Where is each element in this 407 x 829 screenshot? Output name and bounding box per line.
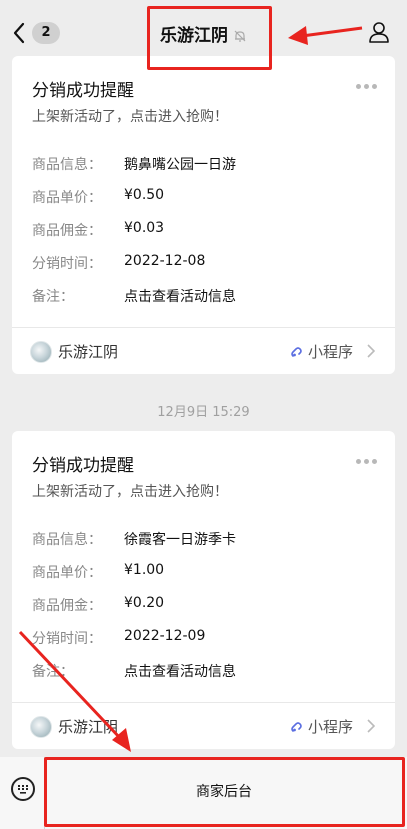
row-value: 点击查看活动信息: [124, 289, 236, 305]
row-key: 备注：: [32, 664, 74, 680]
mini-program-link[interactable]: 小程序: [290, 341, 353, 362]
row-value: ¥0.50: [124, 187, 165, 203]
card-subtitle: 上架新活动了，点击进入抢购！: [32, 109, 228, 125]
info-row: 商品信息： 鹅鼻嘴公园一日游: [32, 154, 236, 174]
info-row: 商品佣金： ¥0.03: [32, 220, 164, 240]
annotation-box-title: [147, 6, 272, 70]
row-key: 分销时间：: [32, 631, 102, 647]
chevron-right-icon: [367, 344, 375, 358]
row-key: 商品信息：: [32, 157, 102, 173]
card-footer[interactable]: 乐游江阴 小程序: [12, 702, 395, 749]
mini-program-icon: [291, 346, 302, 357]
info-row: 备注： 点击查看活动信息: [32, 661, 236, 681]
card-subtitle: 上架新活动了，点击进入抢购！: [32, 484, 228, 500]
chevron-right-icon: [367, 719, 375, 733]
info-row: 备注： 点击查看活动信息: [32, 286, 236, 306]
row-key: 商品信息：: [32, 532, 102, 548]
row-key: 备注：: [32, 289, 74, 305]
row-value: 徐霞客一日游季卡: [124, 532, 236, 548]
user-profile-icon[interactable]: [367, 20, 391, 44]
info-row: 商品单价： ¥1.00: [32, 562, 164, 582]
row-value: ¥1.00: [124, 562, 165, 578]
more-icon[interactable]: [356, 459, 377, 464]
mini-program-icon: [291, 721, 302, 732]
row-key: 商品佣金：: [32, 598, 102, 614]
avatar: [30, 341, 52, 363]
info-row: 商品单价： ¥0.50: [32, 187, 164, 207]
row-key: 商品单价：: [32, 190, 102, 206]
row-value: 2022-12-08: [124, 253, 206, 269]
info-row: 商品信息： 徐霞客一日游季卡: [32, 529, 236, 549]
row-value: 点击查看活动信息: [124, 664, 236, 680]
account-name: 乐游江阴: [58, 343, 119, 361]
info-row: 商品佣金： ¥0.20: [32, 595, 164, 615]
annotation-box-menu: [44, 757, 405, 827]
row-value: ¥0.20: [124, 595, 165, 611]
mini-program-label: 小程序: [307, 343, 353, 361]
info-row: 分销时间： 2022-12-09: [32, 628, 205, 648]
row-value: ¥0.03: [124, 220, 165, 236]
row-key: 商品单价：: [32, 565, 102, 581]
timestamp: 12月9日 15:29: [157, 405, 250, 420]
mini-program-link[interactable]: 小程序: [290, 716, 353, 737]
account-name: 乐游江阴: [58, 718, 119, 736]
row-value: 2022-12-09: [124, 628, 206, 644]
card-footer[interactable]: 乐游江阴 小程序: [12, 327, 395, 374]
more-icon[interactable]: [356, 84, 377, 89]
mini-program-label: 小程序: [307, 718, 353, 736]
message-card[interactable]: 分销成功提醒 上架新活动了，点击进入抢购！ 商品信息： 徐霞客一日游季卡 商品单…: [12, 431, 395, 749]
avatar: [30, 716, 52, 738]
row-key: 分销时间：: [32, 256, 102, 272]
message-card[interactable]: 分销成功提醒 上架新活动了，点击进入抢购！ 商品信息： 鹅鼻嘴公园一日游 商品单…: [12, 56, 395, 374]
row-key: 商品佣金：: [32, 223, 102, 239]
info-row: 分销时间： 2022-12-08: [32, 253, 205, 273]
card-title: 分销成功提醒: [32, 456, 134, 476]
row-value: 鹅鼻嘴公园一日游: [124, 157, 236, 173]
keyboard-icon[interactable]: [11, 777, 35, 801]
card-title: 分销成功提醒: [32, 81, 134, 101]
